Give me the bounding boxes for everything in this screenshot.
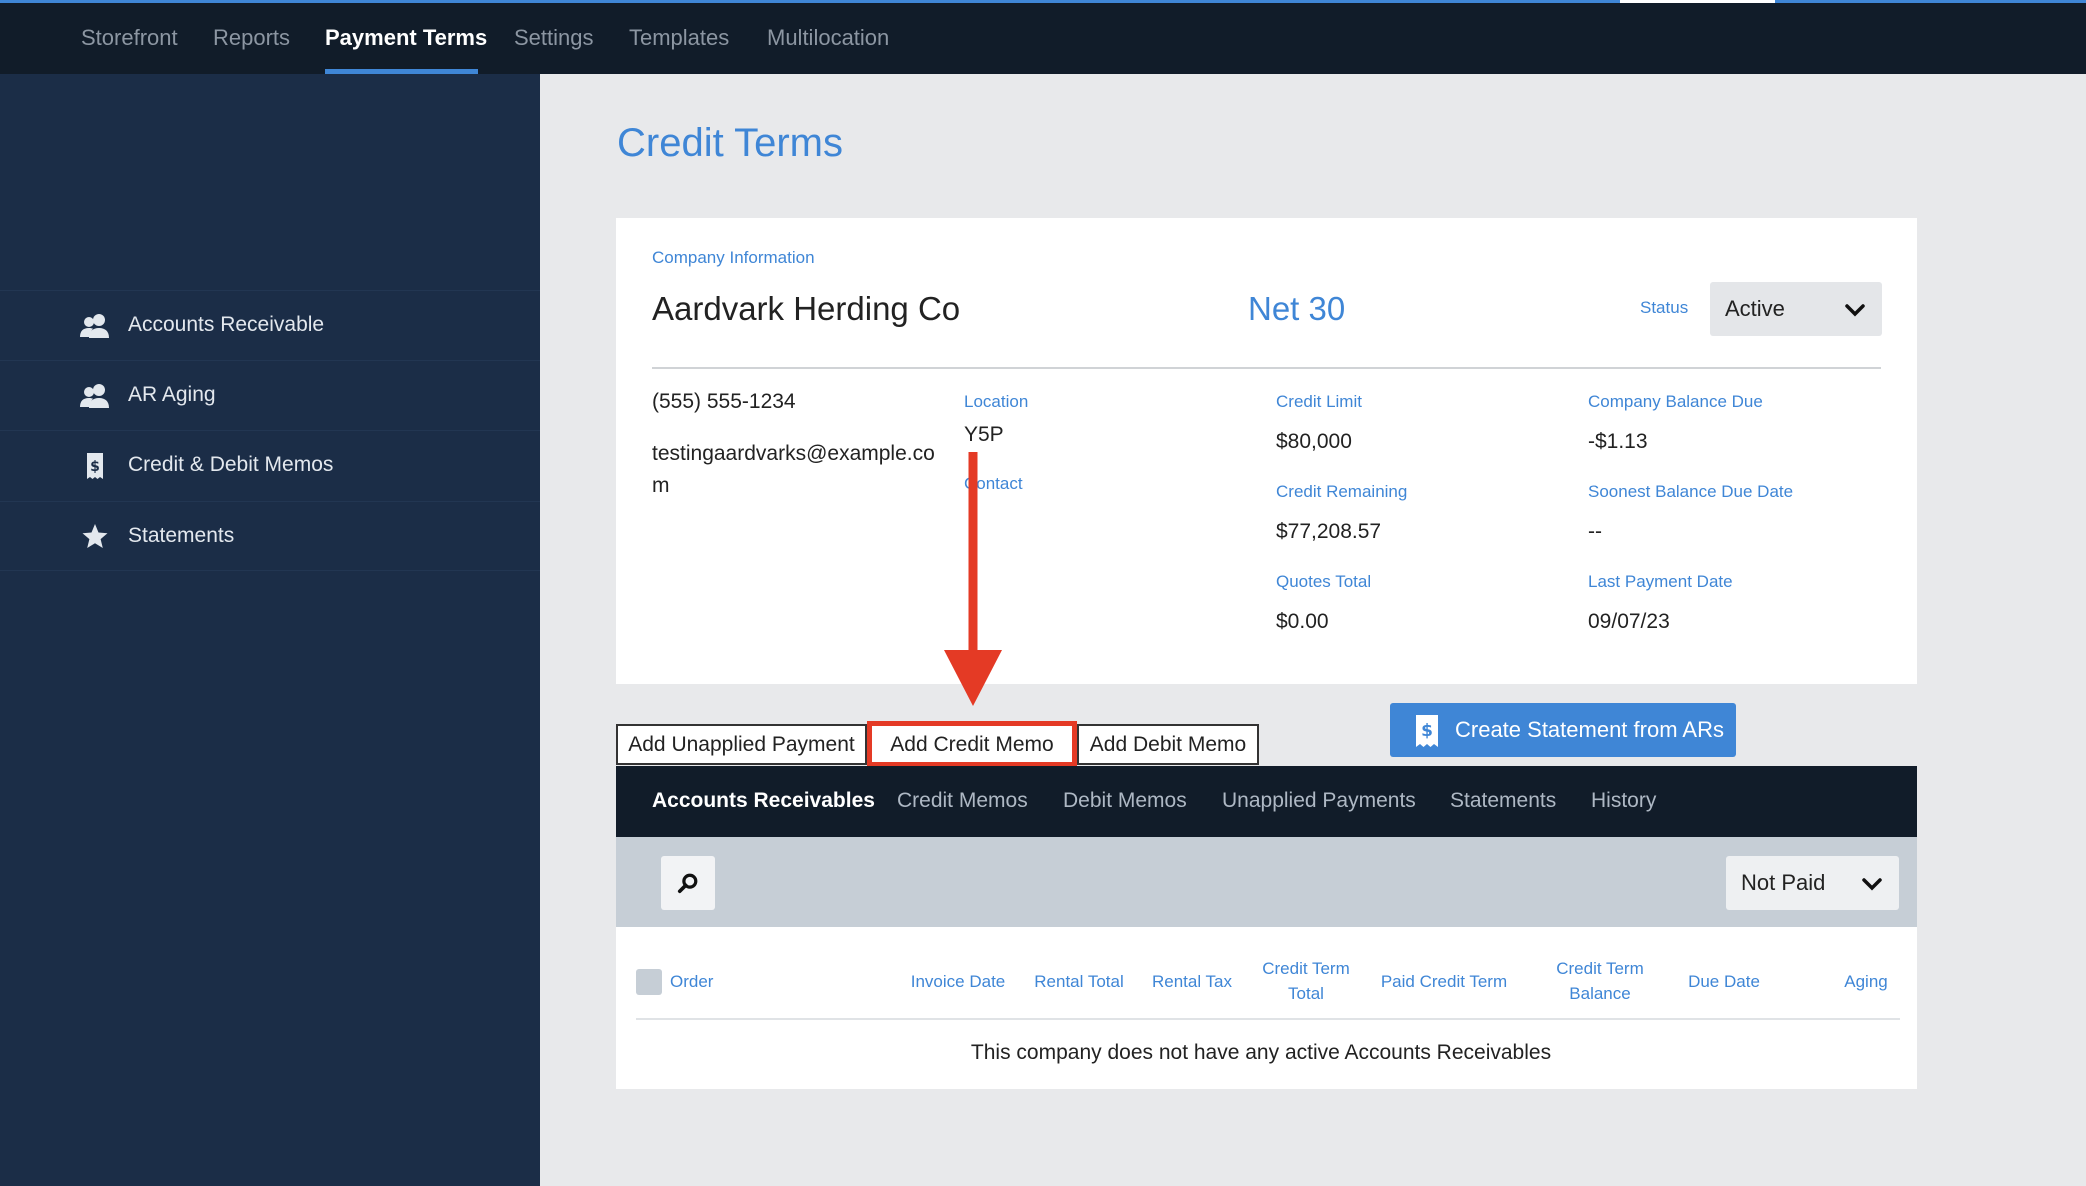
sidebar-item-label: AR Aging [128,383,216,406]
soonest-due-value: -- [1588,520,1602,543]
annotation-highlight-box [867,721,1077,767]
last-payment-label: Last Payment Date [1588,572,1733,591]
credit-limit-value: $80,000 [1276,430,1352,453]
page-title: Credit Terms [617,121,843,165]
chevron-down-icon [1862,878,1882,891]
quotes-total-value: $0.00 [1276,610,1329,633]
add-unapplied-payment-button[interactable]: Add Unapplied Payment [616,724,867,765]
nav-payment-terms[interactable]: Payment Terms [325,25,487,51]
balance-due-value: -$1.13 [1588,430,1648,453]
tab-bar: Accounts Receivables Credit Memos Debit … [616,766,1917,837]
nav-templates[interactable]: Templates [629,25,729,51]
search-icon [677,873,698,894]
sidebar: Accounts Receivable AR Aging $ Credit & … [0,74,540,1186]
tab-history[interactable]: History [1591,789,1656,813]
company-phone: (555) 555-1234 [652,390,796,413]
svg-text:$: $ [90,459,100,475]
column-aging[interactable]: Aging [1826,969,1906,994]
column-order[interactable]: Order [670,969,713,994]
column-rental-total[interactable]: Rental Total [1024,969,1134,994]
create-statement-button[interactable]: $ Create Statement from ARs [1390,703,1736,757]
sidebar-item-statements[interactable]: Statements [0,501,540,571]
balance-due-label: Company Balance Due [1588,392,1763,411]
empty-table-message: This company does not have any active Ac… [970,1041,1552,1064]
top-bar-accent [1620,0,1775,3]
tab-unapplied-payments[interactable]: Unapplied Payments [1222,789,1416,813]
payment-status-filter[interactable]: Not Paid [1726,856,1899,910]
nav-reports[interactable]: Reports [213,25,290,51]
column-paid-credit-term[interactable]: Paid Credit Term [1374,969,1514,994]
company-info-label: Company Information [652,248,815,267]
company-email-line2: m [652,474,670,497]
filter-bar: Not Paid [616,837,1917,927]
company-info-card: Company Information Aardvark Herding Co … [616,218,1917,684]
create-statement-label: Create Statement from ARs [1455,717,1724,742]
column-credit-term-balance[interactable]: Credit Term Balance [1540,956,1660,1006]
company-email-line1: testingaardvarks@example.co [652,442,935,465]
ar-table: Order Invoice Date Rental Total Rental T… [616,927,1917,1089]
location-label: Location [964,392,1029,411]
chevron-down-icon [1845,304,1865,317]
quotes-total-label: Quotes Total [1276,572,1372,591]
sidebar-item-label: Credit & Debit Memos [128,453,334,476]
location-value: Y5P [964,423,1004,446]
column-credit-term-total[interactable]: Credit Term Total [1246,956,1366,1006]
sidebar-item-label: Accounts Receivable [128,313,325,336]
nav-multilocation[interactable]: Multilocation [767,25,889,51]
nav-settings[interactable]: Settings [514,25,594,51]
last-payment-value: 09/07/23 [1588,610,1670,633]
users-icon [80,384,109,408]
search-button[interactable] [661,856,715,910]
nav-storefront[interactable]: Storefront [81,25,178,51]
select-all-checkbox[interactable] [636,969,662,995]
tab-accounts-receivables[interactable]: Accounts Receivables [652,789,875,813]
star-icon [82,524,108,548]
column-invoice-date[interactable]: Invoice Date [902,969,1014,994]
users-icon [80,314,109,338]
tab-debit-memos[interactable]: Debit Memos [1063,789,1187,813]
company-name: Aardvark Herding Co [652,290,961,327]
sidebar-item-accounts-receivable[interactable]: Accounts Receivable [0,290,540,360]
top-navigation: Storefront Reports Payment Terms Setting… [0,0,2086,76]
tab-credit-memos[interactable]: Credit Memos [897,789,1028,813]
filter-value: Not Paid [1741,870,1826,895]
svg-text:$: $ [1421,721,1433,741]
column-rental-tax[interactable]: Rental Tax [1144,969,1240,994]
receipt-icon: $ [87,453,103,479]
column-due-date[interactable]: Due Date [1674,969,1774,994]
receipt-icon: $ [1416,715,1438,747]
status-value: Active [1725,296,1785,321]
sidebar-item-ar-aging[interactable]: AR Aging [0,360,540,430]
soonest-due-label: Soonest Balance Due Date [1588,482,1794,501]
sidebar-item-label: Statements [128,524,235,547]
status-label: Status [1640,298,1689,317]
payment-terms-value: Net 30 [1248,290,1346,327]
annotation-arrow-icon [944,452,1002,706]
divider [652,367,1881,369]
status-dropdown[interactable]: Active [1710,282,1882,336]
credit-remaining-value: $77,208.57 [1276,520,1382,543]
add-debit-memo-button[interactable]: Add Debit Memo [1077,724,1259,765]
credit-remaining-label: Credit Remaining [1276,482,1408,501]
sidebar-item-credit-debit-memos[interactable]: $ Credit & Debit Memos [0,430,540,500]
tab-statements[interactable]: Statements [1450,789,1556,813]
credit-limit-label: Credit Limit [1276,392,1362,411]
table-header-divider [636,1018,1900,1020]
